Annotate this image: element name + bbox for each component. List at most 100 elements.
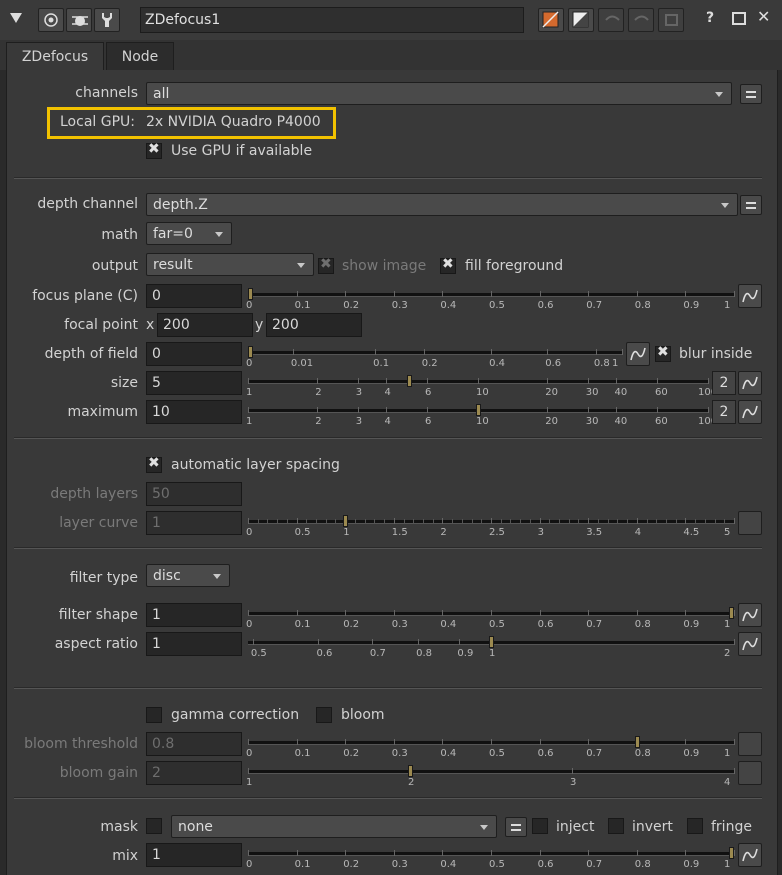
tab-node[interactable]: Node <box>106 42 174 70</box>
depth-channel-link-button[interactable] <box>740 195 762 215</box>
bloom-threshold-slider[interactable]: 0 0.1 0.2 0.3 0.4 0.5 0.6 0.7 0.8 0.9 1 <box>246 735 735 761</box>
layer-curve-slider[interactable]: 0 0.5 1 1.5 2 2.5 3 3.5 4 4.5 5 <box>246 514 735 540</box>
slider-handle[interactable] <box>408 765 413 777</box>
slider-tick-label: 0.1 <box>294 619 311 630</box>
aspect-ratio-curve-button[interactable] <box>738 632 762 656</box>
slider-tick <box>426 407 428 413</box>
slider-tick <box>588 291 590 297</box>
slider-handle[interactable] <box>634 736 640 748</box>
tab-zdefocus[interactable]: ZDefocus <box>6 42 104 70</box>
undo-button[interactable] <box>598 8 624 32</box>
use-gpu-checkbox[interactable] <box>146 141 162 159</box>
maximum-input[interactable]: 10 <box>146 400 242 424</box>
gamma-correction-checkbox[interactable] <box>146 707 162 723</box>
slider-tick-label: 20 <box>545 387 558 398</box>
math-dropdown[interactable]: far=0 <box>146 222 232 245</box>
slider-handle[interactable] <box>476 404 481 416</box>
size-dimension-button[interactable]: 2 <box>712 371 736 395</box>
focal-point-x-input[interactable]: 200 <box>157 313 253 337</box>
mix-curve-button[interactable] <box>738 843 762 867</box>
bloom-gain-anim-button[interactable] <box>738 761 762 785</box>
mask-channel-dropdown[interactable]: none <box>171 815 497 838</box>
slider-handle[interactable] <box>729 847 734 859</box>
bloom-gain-slider[interactable]: 1 2 3 4 <box>246 764 735 790</box>
focus-plane-input[interactable]: 0 <box>146 284 242 308</box>
size-slider[interactable]: 1 2 3 4 6 10 20 30 40 60 100 <box>246 374 717 400</box>
fringe-checkbox[interactable] <box>687 818 703 834</box>
focus-plane-curve-button[interactable] <box>738 284 762 308</box>
invert-checkbox[interactable] <box>608 818 624 834</box>
node-name-field[interactable]: ZDefocus1 <box>140 7 524 33</box>
slider-tick-label: 0.6 <box>316 648 333 659</box>
depth-of-field-input[interactable]: 0 <box>146 342 242 366</box>
automatic-layer-spacing-checkbox[interactable] <box>146 455 162 473</box>
bloom-threshold-anim-button[interactable] <box>738 732 762 756</box>
slider-tick-label: 1 <box>246 777 253 788</box>
slider-handle[interactable] <box>248 346 253 358</box>
slider-handle[interactable] <box>343 515 349 527</box>
slider-tick-label: 0 <box>246 527 253 538</box>
help-icon[interactable]: ? <box>706 10 714 26</box>
aspect-ratio-input[interactable]: 1 <box>146 632 242 656</box>
fill-foreground-label: fill foreground <box>465 258 564 274</box>
node-settings-button[interactable] <box>38 8 64 32</box>
filter-shape-input[interactable]: 1 <box>146 603 242 627</box>
slider-tick <box>442 610 444 616</box>
layer-curve-input[interactable]: 1 <box>146 511 242 535</box>
output-dropdown[interactable]: result <box>146 253 314 276</box>
slider-tick-label: 0.5 <box>294 527 311 538</box>
slider-tick-label: 1.5 <box>391 527 408 538</box>
wrench-icon <box>102 13 112 27</box>
mask-enable-checkbox[interactable] <box>146 818 162 834</box>
revert-button[interactable] <box>658 8 684 32</box>
show-image-checkbox[interactable] <box>318 256 334 274</box>
aspect-ratio-slider[interactable]: 0.5 0.6 0.7 0.8 0.9 1 2 <box>248 635 735 661</box>
maximum-dimension-button[interactable]: 2 <box>712 400 736 424</box>
filter-shape-slider[interactable]: 0 0.1 0.2 0.3 0.4 0.5 0.6 0.7 0.8 0.9 1 <box>246 606 735 632</box>
blur-inside-label: blur inside <box>679 346 753 362</box>
close-icon[interactable]: ✕ <box>757 7 770 26</box>
viewer-color-button[interactable] <box>568 8 594 32</box>
collapse-icon[interactable] <box>10 13 22 23</box>
slider-tick <box>734 739 735 745</box>
show-image-label: show image <box>342 258 427 274</box>
layer-curve-anim-button[interactable] <box>738 511 762 535</box>
channels-dropdown[interactable]: all <box>146 82 732 105</box>
mix-slider[interactable]: 0 0.1 0.2 0.3 0.4 0.5 0.6 0.7 0.8 0.9 1 <box>246 846 735 872</box>
slider-tick-label: 0.8 <box>593 358 610 369</box>
mix-input[interactable]: 1 <box>146 843 242 867</box>
fill-foreground-checkbox[interactable] <box>440 256 456 274</box>
channels-link-button[interactable] <box>740 84 762 104</box>
slider-handle[interactable] <box>248 288 253 300</box>
filter-type-dropdown[interactable]: disc <box>146 564 230 587</box>
depth-layers-input[interactable]: 50 <box>146 482 242 506</box>
focal-point-y-label: y <box>255 317 264 333</box>
maximum-curve-button[interactable] <box>738 400 762 424</box>
size-input[interactable]: 5 <box>146 371 242 395</box>
slider-tick-label: 0.6 <box>537 619 554 630</box>
tools-button[interactable] <box>94 8 120 32</box>
slider-handle[interactable] <box>489 636 494 648</box>
slider-handle[interactable] <box>406 375 412 387</box>
redo-button[interactable] <box>628 8 654 32</box>
depth-of-field-slider[interactable]: 0 0.01 0.1 0.2 0.4 0.6 0.8 1 <box>246 345 623 371</box>
depth-channel-dropdown[interactable]: depth.Z <box>146 193 738 216</box>
size-curve-button[interactable] <box>738 371 762 395</box>
slider-tick-label: 10 <box>476 416 489 427</box>
float-panel-icon[interactable] <box>732 12 746 25</box>
mask-link-button[interactable] <box>505 817 527 837</box>
bloom-threshold-input[interactable]: 0.8 <box>146 732 242 756</box>
maximum-slider[interactable]: 1 2 3 4 6 10 20 30 40 60 100 <box>246 403 717 429</box>
filter-shape-curve-button[interactable] <box>738 603 762 627</box>
slider-tick <box>616 378 618 384</box>
node-color-button[interactable] <box>538 8 564 32</box>
depth-of-field-curve-button[interactable] <box>626 342 650 366</box>
bloom-gain-input[interactable]: 2 <box>146 761 242 785</box>
bloom-checkbox[interactable] <box>316 707 332 723</box>
slider-handle[interactable] <box>729 607 734 619</box>
focal-point-y-input[interactable]: 200 <box>266 313 362 337</box>
debug-button[interactable] <box>66 8 92 32</box>
inject-checkbox[interactable] <box>532 818 548 834</box>
blur-inside-checkbox[interactable] <box>655 344 671 362</box>
focus-plane-slider[interactable]: 0 0.1 0.2 0.3 0.4 0.5 0.6 0.7 0.8 0.9 1 <box>246 287 735 313</box>
